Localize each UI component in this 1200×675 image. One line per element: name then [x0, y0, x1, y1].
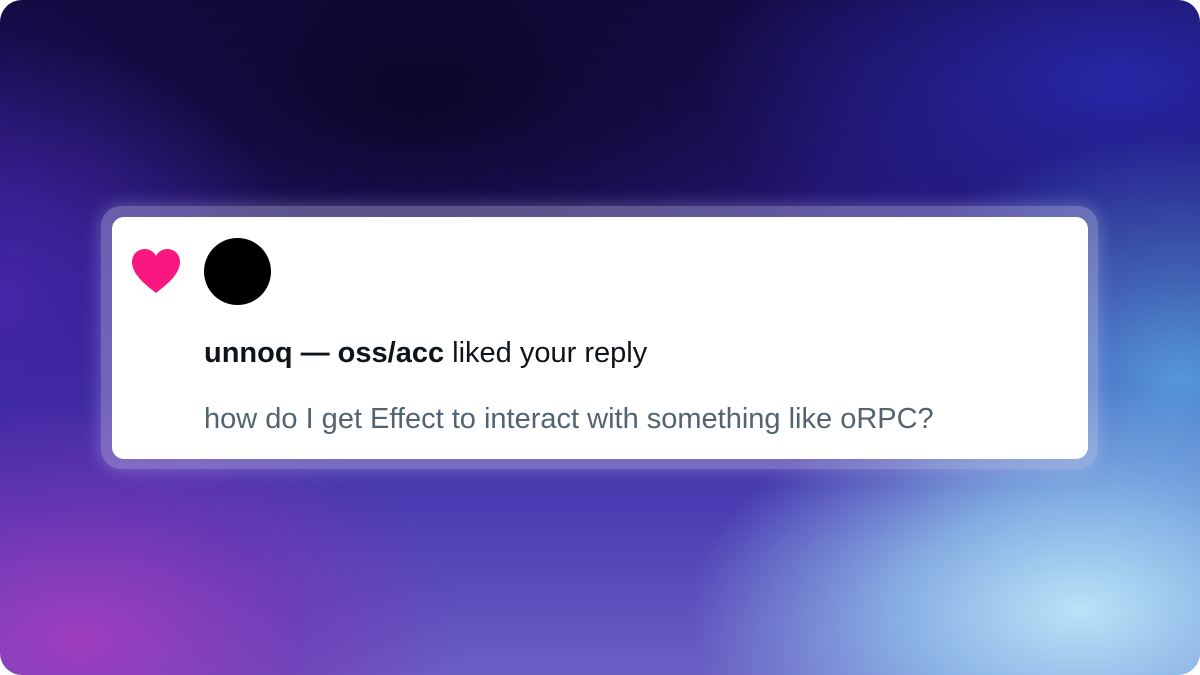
heart-icon [132, 249, 180, 293]
reply-preview-text[interactable]: how do I get Effect to interact with som… [204, 400, 934, 438]
action-text: liked your reply [444, 337, 648, 369]
user-display-name[interactable]: unnoq — oss/acc [204, 337, 444, 369]
background-gradient: unnoq — oss/acc liked your reply how do … [0, 0, 1200, 675]
notification-headline: unnoq — oss/acc liked your reply [204, 334, 647, 372]
avatar[interactable] [204, 238, 271, 305]
